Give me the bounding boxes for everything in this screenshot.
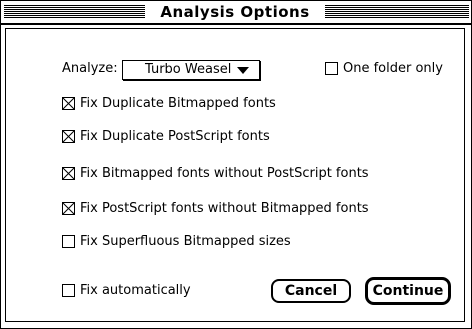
analyze-label: Analyze: (62, 61, 118, 76)
dropdown-arrow-icon (237, 67, 249, 74)
option-checkbox[interactable] (62, 235, 75, 248)
option-label: Fix PostScript fonts without Bitmapped f… (80, 201, 369, 216)
option-label: Fix Duplicate PostScript fonts (80, 129, 270, 144)
option-checkbox[interactable] (62, 167, 75, 180)
one-folder-only-box[interactable] (325, 62, 338, 75)
continue-button[interactable]: Continue (365, 277, 451, 305)
option-checkbox[interactable] (62, 202, 75, 215)
cancel-button[interactable]: Cancel (271, 279, 351, 303)
fix-automatically-box[interactable] (62, 284, 75, 297)
option-checkbox[interactable] (62, 130, 75, 143)
option-label: Fix Superfluous Bitmapped sizes (80, 234, 291, 249)
option-label: Fix Duplicate Bitmapped fonts (80, 96, 276, 111)
option-label: Fix Bitmapped fonts without PostScript f… (80, 166, 369, 181)
one-folder-only-label: One folder only (343, 61, 443, 76)
analyze-popup-value: Turbo Weasel (145, 62, 232, 77)
title-bar[interactable]: Analysis Options (1, 1, 471, 25)
option-checkbox[interactable] (62, 97, 75, 110)
dialog-title: Analysis Options (145, 2, 325, 22)
analyze-popup-menu[interactable]: Turbo Weasel (122, 60, 260, 80)
fix-automatically-label: Fix automatically (80, 283, 191, 298)
